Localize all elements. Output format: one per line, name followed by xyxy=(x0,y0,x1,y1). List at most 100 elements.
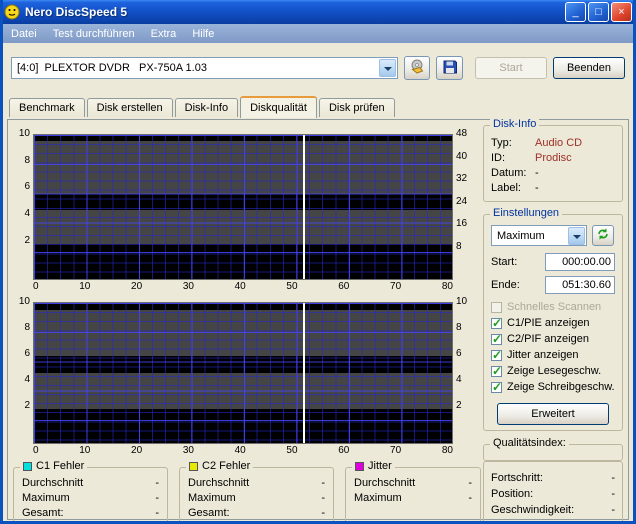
y-axis-label: 4 xyxy=(24,209,30,219)
legend-row-item: Gesamt:- xyxy=(188,506,325,521)
menu-extra[interactable]: Extra xyxy=(151,28,177,40)
right-sidebar: Disk-Info Typ: Audio CD ID: Prodisc Datu… xyxy=(483,125,623,514)
tab-disk-pruefen[interactable]: Disk prüfen xyxy=(319,98,395,117)
y-axis-label: 10 xyxy=(456,297,467,307)
c2-fehler-label: C2 Fehler xyxy=(202,460,250,472)
y-axis-label: 16 xyxy=(456,219,467,229)
chart-band xyxy=(34,310,452,356)
tab-diskqualitaet[interactable]: Diskqualität xyxy=(240,96,317,118)
disk-info-row: ID: Prodisc xyxy=(491,151,615,166)
legend-row-item: Durchschnitt- xyxy=(188,476,325,491)
checkbox-schnelles-scannen: Schnelles Scannen xyxy=(491,299,615,315)
quality-index-group: Qualitätsindex: xyxy=(483,444,623,461)
chevron-down-icon[interactable] xyxy=(379,59,396,77)
advanced-row: Erweitert xyxy=(491,403,615,425)
menu-test-durchfuehren[interactable]: Test durchführen xyxy=(53,28,135,40)
quit-button[interactable]: Beenden xyxy=(553,57,625,79)
tabstrip: Benchmark Disk erstellen Disk-Info Diskq… xyxy=(3,96,633,117)
checkbox-checked-icon xyxy=(491,350,502,361)
close-button[interactable]: × xyxy=(611,2,632,22)
c2-color-swatch-icon xyxy=(189,462,198,471)
diskqualitaet-panel: 108642 48403224168 01020304050607080 108… xyxy=(7,119,629,520)
y-axis-label: 8 xyxy=(456,242,462,252)
start-time-field[interactable]: 000:00.00 xyxy=(545,253,615,271)
tab-disk-info[interactable]: Disk-Info xyxy=(175,98,238,117)
y-axis-label: 10 xyxy=(19,297,30,307)
drive-selector[interactable]: [4:0] PLEXTOR DVDR PX-750A 1.03 xyxy=(11,57,398,79)
disk-info-group: Disk-Info Typ: Audio CD ID: Prodisc Datu… xyxy=(483,125,623,202)
jitter-label: Jitter xyxy=(368,460,392,472)
save-button[interactable] xyxy=(436,56,463,80)
checkbox-jitter-anzeigen[interactable]: Jitter anzeigen xyxy=(491,347,615,363)
menu-datei[interactable]: Datei xyxy=(11,28,37,40)
checkbox-checked-icon xyxy=(491,318,502,329)
app-window: Nero DiscSpeed 5 _ □ × Datei Test durchf… xyxy=(0,0,636,524)
start-button[interactable]: Start xyxy=(475,57,547,79)
x-axis-label: 30 xyxy=(183,281,194,293)
refresh-button[interactable] xyxy=(592,225,614,246)
y-axis-label: 2 xyxy=(24,236,30,246)
checkbox-c2-pif-anzeigen[interactable]: C2/PIF anzeigen xyxy=(491,331,615,347)
menubar: Datei Test durchführen Extra Hilfe xyxy=(3,24,633,43)
c1-color-swatch-icon xyxy=(23,462,32,471)
x-axis-label: 50 xyxy=(286,281,297,293)
position-value: - xyxy=(611,486,615,502)
chart-bottom-y-axis-right: 108642 xyxy=(453,302,479,416)
legend-row-item: Gesamt:- xyxy=(22,506,159,521)
c2-fehler-box: C2 Fehler Durchschnitt- Maximum- Gesamt:… xyxy=(179,467,334,523)
checkbox-zeige-schreibgeschw[interactable]: Zeige Schreibgeschw. xyxy=(491,379,615,395)
speed-select-row: Maximum xyxy=(491,225,615,246)
error-chart-bottom: 108642 108642 01020304050607080 xyxy=(13,302,481,457)
disc-hand-icon xyxy=(409,59,425,78)
position-label: Position: xyxy=(491,486,533,502)
disk-info-row: Typ: Audio CD xyxy=(491,136,615,151)
jitter-color-swatch-icon xyxy=(355,462,364,471)
checkbox-c1-pie-anzeigen[interactable]: C1/PIE anzeigen xyxy=(491,315,615,331)
x-axis-label: 0 xyxy=(33,281,39,293)
x-axis-label: 0 xyxy=(33,445,39,457)
y-axis-label: 2 xyxy=(24,401,30,411)
checkbox-checked-icon xyxy=(491,382,502,393)
status-group: Fortschritt: - Position: - Geschwindigke… xyxy=(483,461,623,524)
speed-value: - xyxy=(611,502,615,518)
speed-selector[interactable]: Maximum xyxy=(491,225,587,246)
y-axis-label: 4 xyxy=(24,375,30,385)
settings-title: Einstellungen xyxy=(490,207,562,219)
menu-hilfe[interactable]: Hilfe xyxy=(192,28,214,40)
maximize-button[interactable]: □ xyxy=(588,2,609,22)
c1-fehler-label: C1 Fehler xyxy=(36,460,84,472)
chart-top-y-axis-left: 108642 xyxy=(13,134,33,251)
y-axis-label: 6 xyxy=(24,349,30,359)
chart-bottom-x-axis: 01020304050607080 xyxy=(33,444,453,457)
legend-row-item: Durchschnitt- xyxy=(354,476,472,491)
tab-disk-erstellen[interactable]: Disk erstellen xyxy=(87,98,173,117)
x-axis-label: 10 xyxy=(79,445,90,457)
quality-index-title: Qualitätsindex: xyxy=(490,437,569,449)
tab-benchmark[interactable]: Benchmark xyxy=(9,98,85,117)
checkbox-icon xyxy=(491,302,502,313)
settings-group: Einstellungen Maximum Start: 000:00.00 xyxy=(483,214,623,431)
y-axis-label: 6 xyxy=(456,349,462,359)
checkbox-checked-icon xyxy=(491,334,502,345)
drive-selector-value: [4:0] PLEXTOR DVDR PX-750A 1.03 xyxy=(12,62,378,74)
chevron-down-icon[interactable] xyxy=(568,227,585,245)
c1-fehler-box: C1 Fehler Durchschnitt- Maximum- Gesamt:… xyxy=(13,467,168,523)
legend-row-item: Maximum- xyxy=(354,491,472,506)
disk-date-value: - xyxy=(535,166,615,181)
chart-bottom-plot xyxy=(33,302,453,444)
advanced-button[interactable]: Erweitert xyxy=(497,403,609,425)
checkbox-zeige-lesegeschw[interactable]: Zeige Lesegeschw. xyxy=(491,363,615,379)
chart-band xyxy=(34,210,452,245)
progress-label: Fortschritt: xyxy=(491,470,543,486)
x-axis-label: 60 xyxy=(338,281,349,293)
jitter-box: Jitter Durchschnitt- Maximum- xyxy=(345,467,481,523)
chart-top-y-axis-right: 48403224168 xyxy=(453,134,479,257)
minimize-button[interactable]: _ xyxy=(565,2,586,22)
end-time-field[interactable]: 051:30.60 xyxy=(545,276,615,294)
charts-area: 108642 48403224168 01020304050607080 108… xyxy=(13,125,481,514)
progress-value: - xyxy=(611,470,615,486)
disk-type-value: Audio CD xyxy=(535,136,615,151)
chart-bottom-y-axis-left: 108642 xyxy=(13,302,33,416)
x-axis-label: 80 xyxy=(442,445,453,457)
eject-button[interactable] xyxy=(404,56,431,80)
